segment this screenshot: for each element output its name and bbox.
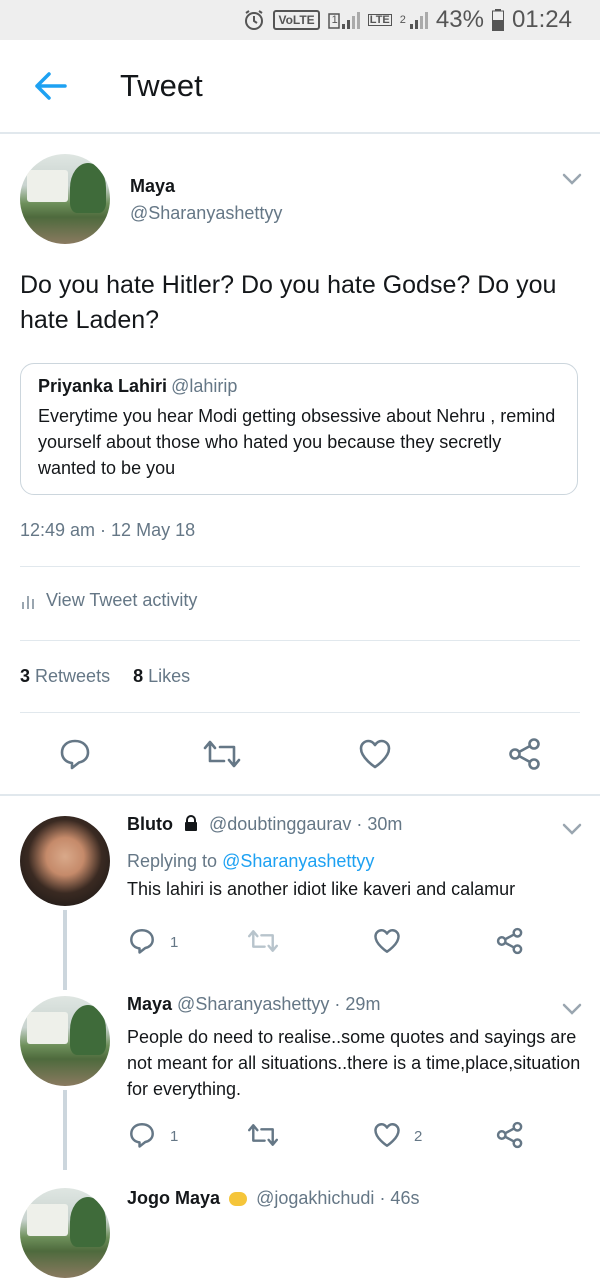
retweets-stat[interactable]: 3 Retweets <box>20 666 110 686</box>
share-button[interactable] <box>496 927 524 955</box>
quoted-tweet[interactable]: Priyanka Lahiri @lahirip Everytime you he… <box>20 363 578 495</box>
lock-icon <box>185 815 197 831</box>
arrow-left-icon <box>35 72 67 100</box>
retweets-count: 3 <box>20 666 31 686</box>
like-button[interactable] <box>373 1121 401 1149</box>
share-icon <box>509 738 540 770</box>
battery-icon <box>491 9 504 31</box>
reply-icon <box>130 929 154 954</box>
thread-line <box>63 1090 67 1170</box>
likes-stat[interactable]: 8 Likes <box>133 666 190 686</box>
battery-percent: 43% <box>435 6 484 33</box>
retweet-icon <box>203 740 241 768</box>
reply-button[interactable] <box>128 927 156 955</box>
heart-icon <box>359 739 391 769</box>
quoted-author-handle: @lahirip <box>171 376 238 396</box>
author-name[interactable]: Maya <box>130 176 175 197</box>
reply-header: Bluto @doubtinggaurav · 30m <box>127 814 402 835</box>
reply-count: 1 <box>170 1128 179 1145</box>
thread-line <box>63 910 67 990</box>
engagement-counts: 3 Retweets 8 Likes <box>20 666 190 687</box>
share-icon <box>496 927 523 955</box>
reply-text: People do need to realise..some quotes a… <box>127 1027 581 1099</box>
likes-count: 8 <box>133 666 144 686</box>
author-handle[interactable]: @Sharanyashettyy <box>130 203 282 224</box>
share-button[interactable] <box>508 737 542 771</box>
reply-button[interactable] <box>58 737 92 771</box>
bar-chart-icon <box>22 595 34 609</box>
likes-label: Likes <box>148 666 191 686</box>
share-icon <box>496 1121 523 1149</box>
share-button[interactable] <box>496 1121 524 1149</box>
like-count: 2 <box>414 1128 423 1145</box>
author-name[interactable]: Maya <box>127 994 172 1014</box>
volte-badge: VoLTE <box>273 10 320 30</box>
view-activity-label: View Tweet activity <box>46 590 198 610</box>
author-handle[interactable]: @Sharanyashettyy <box>177 994 329 1014</box>
author-handle[interactable]: @jogakhichudi <box>256 1188 374 1208</box>
retweet-icon <box>248 930 278 952</box>
reply-header: Jogo Maya @jogakhichudi · 46s <box>127 1188 419 1209</box>
retweet-button[interactable] <box>246 927 280 955</box>
avatar[interactable] <box>20 996 110 1086</box>
avatar[interactable] <box>20 154 110 244</box>
quoted-author-name: Priyanka Lahiri <box>38 376 168 396</box>
app-bar: Tweet <box>0 40 600 134</box>
divider <box>20 566 580 567</box>
section-divider <box>0 794 600 796</box>
replying-to: Replying to @Sharanyashettyy <box>127 848 374 874</box>
retweet-button[interactable] <box>201 737 243 771</box>
tweet-text: Do you hate Hitler? Do you hate Godse? D… <box>20 271 557 334</box>
chevron-down-icon[interactable] <box>561 172 583 186</box>
heart-icon <box>374 1123 400 1147</box>
sim1-label: 1 <box>331 14 338 26</box>
reply-time: · 29m <box>334 994 381 1014</box>
retweet-icon <box>248 1124 278 1146</box>
divider <box>20 712 580 713</box>
sim2-label: 2 <box>399 14 406 26</box>
author-handle[interactable]: @doubtinggaurav <box>209 814 351 834</box>
heart-icon <box>374 929 400 953</box>
reply-icon <box>60 739 90 770</box>
emoji-icon <box>229 1192 248 1206</box>
replying-to-link[interactable]: @Sharanyashettyy <box>222 851 374 871</box>
author-name[interactable]: Jogo Maya <box>127 1188 220 1208</box>
chevron-down-icon[interactable] <box>561 1002 583 1016</box>
view-activity-link[interactable]: View Tweet activity <box>20 590 197 611</box>
chevron-down-icon[interactable] <box>561 822 583 836</box>
quoted-tweet-text: Everytime you hear Modi getting obsessiv… <box>38 406 556 478</box>
reply-header: Maya @Sharanyashettyy · 29m <box>127 994 380 1015</box>
reply-icon <box>130 1123 154 1148</box>
divider <box>20 640 580 641</box>
like-button[interactable] <box>373 927 401 955</box>
tweet-timestamp: 12:49 am · 12 May 18 <box>20 520 196 540</box>
lte-label: LTE <box>367 14 392 26</box>
avatar[interactable] <box>20 816 110 906</box>
reply-text: This lahiri is another idiot like kaveri… <box>127 879 516 899</box>
clock: 01:24 <box>511 6 572 33</box>
back-button[interactable] <box>26 62 74 110</box>
author-name[interactable]: Bluto <box>127 814 173 834</box>
page-title: Tweet <box>120 68 203 103</box>
retweets-label: Retweets <box>35 666 111 686</box>
status-bar: VoLTE 1 LTE 2 43% 01:24 <box>0 0 600 40</box>
alarm-icon <box>243 9 265 31</box>
reply-button[interactable] <box>128 1121 156 1149</box>
replying-to-label: Replying to <box>127 851 218 871</box>
avatar[interactable] <box>20 1188 110 1278</box>
reply-time: · 30m <box>356 814 403 834</box>
reply-count: 1 <box>170 934 179 951</box>
reply-time: · 46s <box>379 1188 420 1208</box>
lte-badge: LTE <box>367 14 392 26</box>
retweet-button[interactable] <box>246 1121 280 1149</box>
like-button[interactable] <box>358 737 392 771</box>
